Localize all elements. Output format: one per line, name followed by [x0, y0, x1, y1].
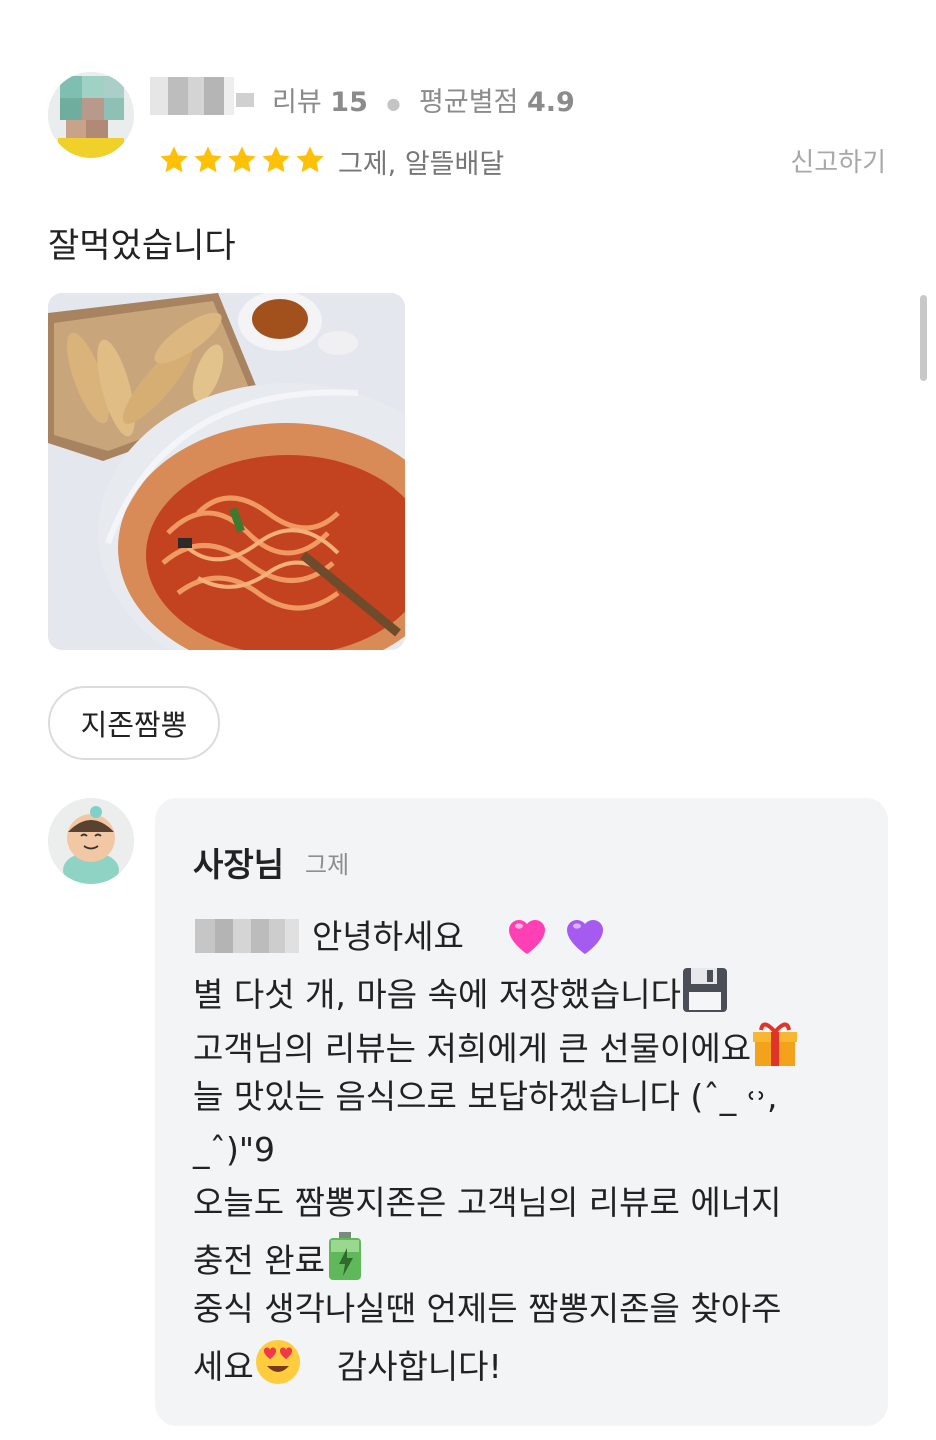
reply-line-7: 충전 완료 — [193, 1232, 365, 1285]
pink-heart-icon — [508, 920, 545, 954]
star-icon — [160, 146, 188, 173]
reviewer-avatar[interactable] — [48, 72, 134, 158]
reviewer-stats: 리뷰 15 ● 평균별점 4.9 — [272, 80, 575, 119]
customer-name-blurred — [195, 913, 299, 957]
reply-line-5: _ˆ)"9 — [193, 1130, 276, 1169]
separator-dot: ● — [386, 94, 401, 113]
star-icon — [262, 146, 290, 173]
scrollbar[interactable] — [920, 295, 927, 381]
menu-chip[interactable]: 지존짬뽕 — [48, 686, 220, 760]
reply-line-4: 늘 맛있는 음식으로 보답하겠습니다 (ˆ_ ˓˒, — [193, 1077, 778, 1116]
review-photo[interactable] — [48, 293, 405, 650]
star-icon — [296, 146, 324, 173]
star-rating — [158, 144, 326, 176]
reply-line-9: 세요 감사합니다! — [193, 1338, 502, 1391]
purple-heart-icon — [567, 920, 604, 954]
reply-time: 그제 — [305, 851, 350, 879]
floppy-disk-icon — [682, 968, 727, 1012]
star-icon — [194, 146, 222, 173]
reply-line-6: 오늘도 짬뽕지존은 고객님의 리뷰로 에너지 — [193, 1183, 782, 1222]
avg-rating-label: 평균별점 — [419, 87, 519, 118]
reply-line-8: 중식 생각나실땐 언제든 짬뽕지존을 찾아주 — [193, 1289, 782, 1328]
report-link[interactable]: 신고하기 — [790, 142, 886, 179]
reply-line-2: 별 다섯 개, 마음 속에 저장했습니다 — [193, 966, 729, 1019]
review-count-label: 리뷰 — [272, 87, 322, 118]
reviewer-name-blurred[interactable] — [150, 75, 256, 119]
owner-avatar — [48, 798, 134, 884]
review-count: 15 — [330, 87, 368, 118]
avg-rating: 4.9 — [526, 87, 575, 118]
battery-icon — [328, 1232, 361, 1280]
reply-line-1: 안녕하세요 — [312, 912, 609, 961]
owner-name: 사장님 — [193, 845, 285, 884]
gift-icon — [753, 1022, 798, 1066]
reply-line-3: 고객님의 리뷰는 저희에게 큰 선물이에요 — [193, 1020, 799, 1073]
heart-eyes-icon — [255, 1340, 300, 1384]
star-icon — [228, 146, 256, 173]
review-text: 잘먹었습니다 — [48, 226, 236, 266]
review-date-delivery: 그제, 알뜰배달 — [338, 149, 505, 180]
